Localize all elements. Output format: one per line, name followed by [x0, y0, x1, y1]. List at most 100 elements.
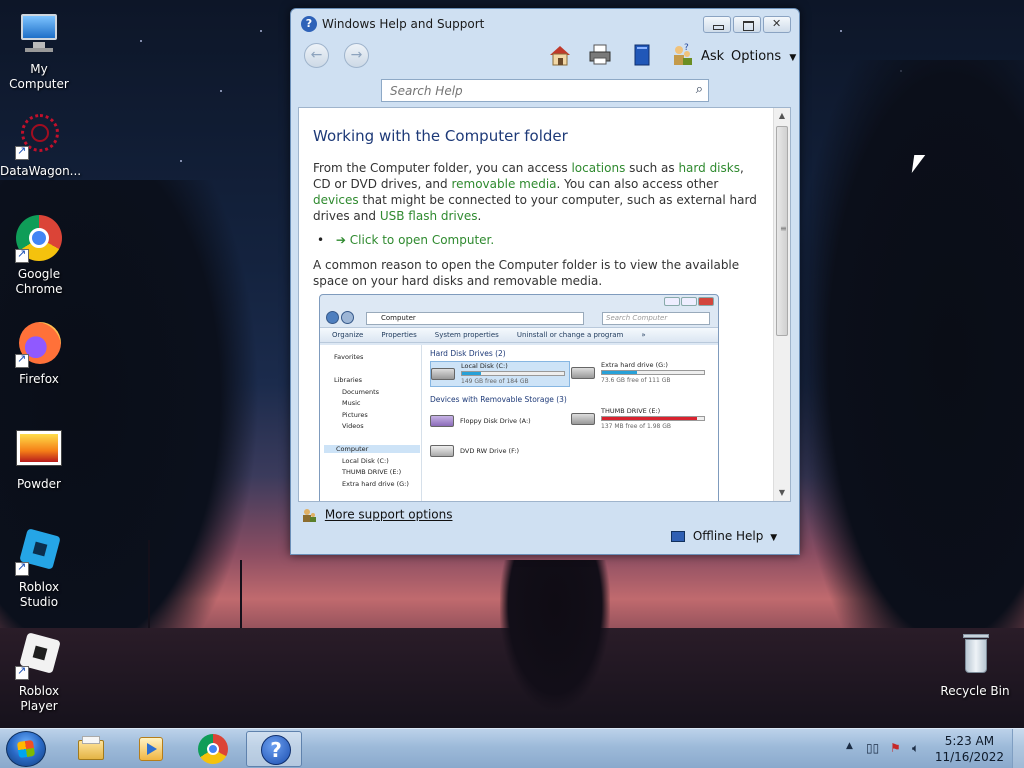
arrow-left-icon: ←	[310, 47, 323, 63]
media-player-icon	[136, 734, 166, 764]
open-computer-item: • ➔ Click to open Computer.	[317, 232, 758, 248]
hard-disks-link[interactable]: hard disks	[678, 161, 740, 175]
desktop-icon-google-chrome[interactable]: Google Chrome	[0, 215, 78, 297]
chevron-down-icon: ▼	[770, 533, 778, 543]
article-paragraph-2: A common reason to open the Computer fol…	[313, 258, 740, 288]
shortcut-arrow-icon	[15, 560, 29, 576]
network-icon[interactable]: ▯▯	[866, 741, 879, 755]
article: Working with the Computer folder From th…	[313, 128, 758, 297]
desktop-icon-roblox-player[interactable]: Roblox Player	[0, 632, 78, 714]
browse-help-button[interactable]	[629, 42, 655, 68]
printer-icon	[589, 44, 611, 65]
usb-flash-drives-link[interactable]: USB flash drives	[380, 209, 478, 223]
drive-dvd-f: DVD RW Drive (F:)	[430, 439, 570, 465]
desktop-icon-roblox-studio[interactable]: Roblox Studio	[0, 528, 78, 610]
book-icon	[634, 44, 650, 66]
help-content-pane: Working with the Computer folder From th…	[298, 107, 791, 502]
folder-icon	[76, 734, 106, 764]
action-center-flag-icon[interactable]: ⚑	[890, 741, 901, 755]
roblox-player-icon	[15, 632, 63, 680]
desktop-icon-recycle-bin[interactable]: Recycle Bin	[936, 632, 1014, 699]
scroll-down-icon[interactable]: ▼	[774, 485, 790, 501]
clock-time: 5:23 AM	[944, 734, 995, 748]
shortcut-arrow-icon	[15, 247, 29, 263]
content-scrollbar[interactable]: ▲ ≡ ▼	[773, 108, 790, 501]
help-window: ? Windows Help and Support ← →	[290, 8, 800, 555]
roblox-studio-icon	[15, 528, 63, 576]
search-input[interactable]	[382, 80, 682, 101]
article-paragraph-1: From the Computer folder, you can access…	[313, 161, 757, 223]
powder-icon	[15, 425, 63, 473]
minimize-button[interactable]	[703, 16, 731, 33]
chrome-icon	[198, 734, 228, 764]
help-icon: ?	[261, 735, 291, 765]
help-toolbar: ← → ? Ask Options ▼	[291, 39, 799, 75]
scrollbar-thumb[interactable]: ≡	[776, 126, 788, 336]
desktop-icon-firefox[interactable]: Firefox	[0, 320, 78, 387]
home-icon	[550, 46, 570, 66]
more-support-options[interactable]: More support options	[301, 507, 452, 523]
help-monitor-icon	[671, 531, 685, 542]
show-hidden-icons-icon[interactable]: ▲	[846, 741, 853, 751]
removable-media-link[interactable]: removable media	[451, 177, 556, 191]
start-button[interactable]	[6, 731, 46, 767]
print-button[interactable]	[587, 42, 613, 68]
drive-thumb-e: THUMB DRIVE (E:) 137 MB free of 1.98 GB	[571, 407, 711, 433]
screenshot-nav-pane: Favorites Libraries Documents Music Pict…	[320, 345, 422, 501]
article-title: Working with the Computer folder	[313, 127, 568, 145]
forward-button[interactable]: →	[344, 43, 369, 68]
open-computer-link[interactable]: Click to open Computer.	[350, 233, 494, 247]
computer-icon	[15, 10, 63, 58]
options-label: Options	[731, 49, 782, 64]
search-icon[interactable]: ⌕	[696, 82, 703, 97]
home-button[interactable]	[547, 42, 573, 68]
window-title: Windows Help and Support	[322, 17, 485, 31]
show-desktop-button[interactable]	[1012, 729, 1024, 768]
shortcut-arrow-icon	[15, 144, 29, 160]
support-people-icon	[301, 507, 317, 523]
chrome-icon	[15, 215, 63, 263]
computer-folder-screenshot: Computer Search Computer Organize Propert…	[319, 294, 719, 501]
clock[interactable]: 5:23 AM 11/16/2022	[935, 733, 1004, 765]
screenshot-toolbar: Organize Properties System properties Unins…	[320, 327, 718, 343]
taskbar-explorer[interactable]	[62, 731, 118, 767]
window-titlebar[interactable]: ? Windows Help and Support	[291, 9, 799, 39]
taskbar: ? ▲ ▯▯ ⚑ 🔈︎ 5:23 AM 11/16/2022	[0, 728, 1024, 768]
bullet-icon: •	[317, 233, 325, 247]
screenshot-main-pane: Hard Disk Drives (2) Local Disk (C:) 149…	[426, 345, 718, 501]
shortcut-arrow-icon	[15, 352, 29, 368]
svg-text:?: ?	[684, 43, 689, 53]
scroll-up-icon[interactable]: ▲	[774, 108, 790, 124]
drive-extra-hard-drive-g: Extra hard drive (G:) 73.6 GB free of 11…	[571, 361, 711, 387]
maximize-button[interactable]	[733, 16, 761, 33]
people-question-icon: ?	[674, 43, 692, 65]
screenshot-address: Computer	[366, 312, 584, 325]
ask-link[interactable]: Ask	[701, 49, 724, 64]
ask-icon-button[interactable]: ?	[669, 42, 695, 68]
datawagon-icon	[15, 112, 63, 160]
taskbar-media-player[interactable]	[122, 731, 178, 767]
desktop-icon-powder[interactable]: Powder	[0, 425, 78, 492]
help-icon: ?	[301, 16, 317, 32]
drive-local-disk-c: Local Disk (C:) 149 GB free of 184 GB	[430, 361, 570, 387]
search-box: ⌕	[381, 79, 709, 102]
shortcut-arrow-icon	[15, 664, 29, 680]
desktop-icon-datawagon[interactable]: DataWagon...	[0, 112, 81, 179]
taskbar-help-and-support[interactable]: ?	[246, 731, 302, 767]
volume-icon[interactable]: 🔈︎	[912, 741, 919, 756]
firefox-icon	[15, 320, 63, 368]
options-menu[interactable]: Options ▼	[731, 49, 796, 64]
close-button[interactable]	[763, 16, 791, 33]
desktop-icon-my-computer[interactable]: My Computer	[0, 10, 78, 92]
offline-help-menu[interactable]: Offline Help ▼	[671, 529, 777, 543]
arrow-right-icon: →	[350, 47, 363, 63]
chevron-down-icon: ▼	[789, 53, 797, 63]
devices-link[interactable]: devices	[313, 193, 359, 207]
system-tray: ▲ ▯▯ ⚑ 🔈︎ 5:23 AM 11/16/2022	[824, 729, 1024, 768]
back-button[interactable]: ←	[304, 43, 329, 68]
green-arrow-icon: ➔	[335, 233, 346, 247]
taskbar-chrome[interactable]	[184, 731, 240, 767]
locations-link[interactable]: locations	[571, 161, 625, 175]
clock-date: 11/16/2022	[934, 750, 1004, 764]
offline-help-label: Offline Help	[692, 529, 764, 543]
